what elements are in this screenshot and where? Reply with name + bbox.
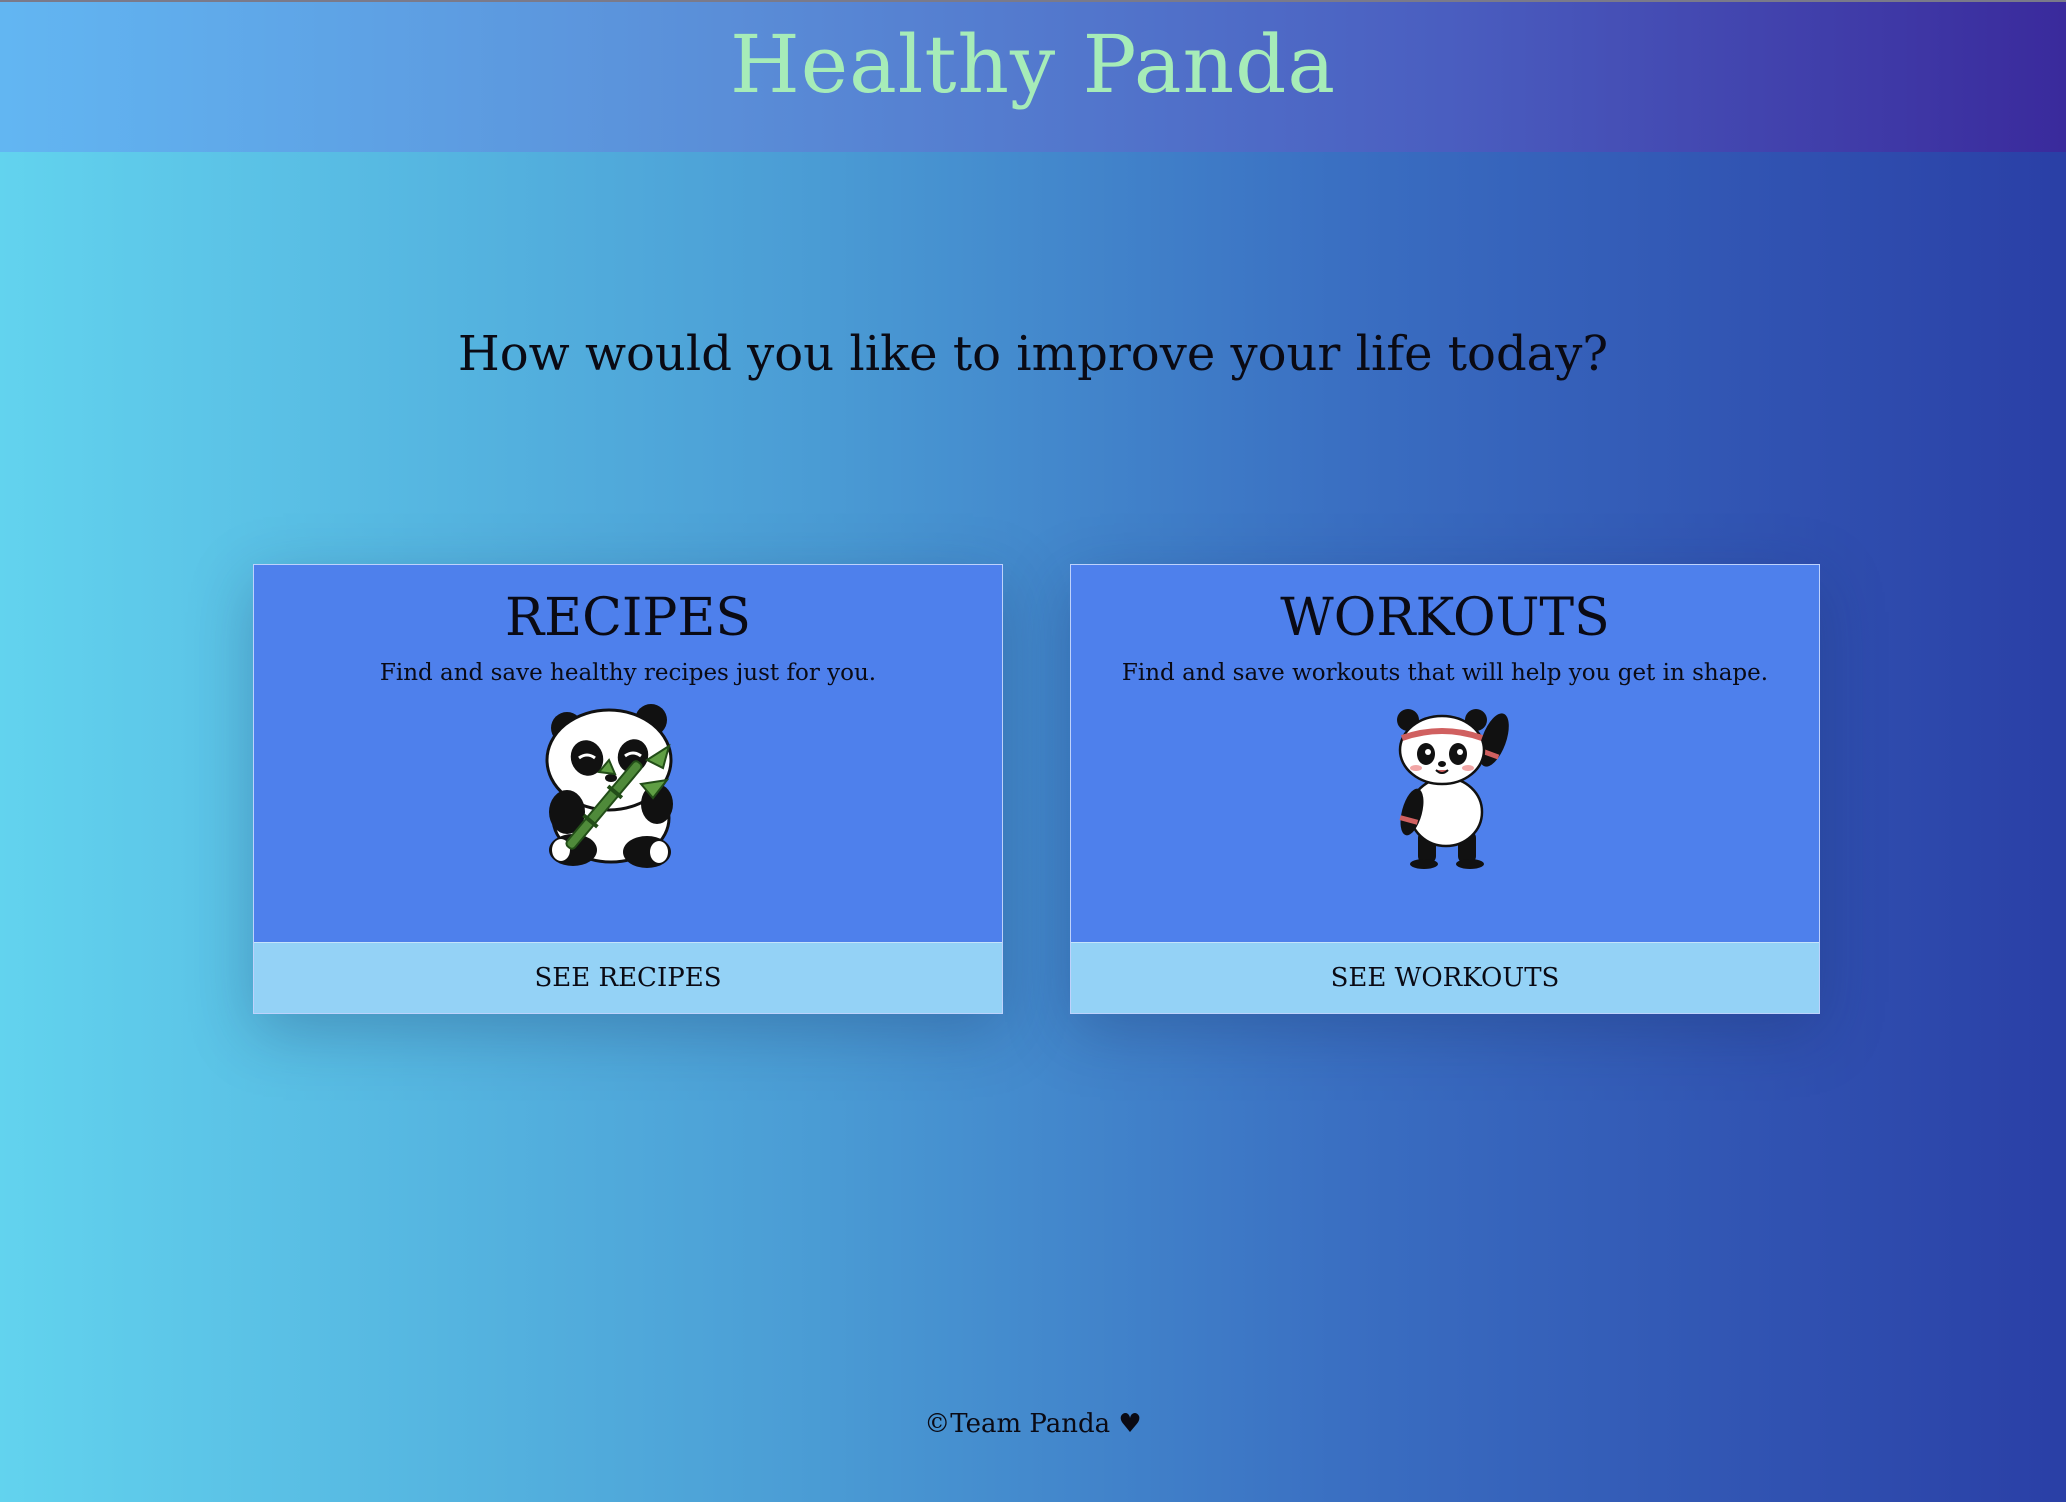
recipes-card-description: Find and save healthy recipes just for y… <box>379 660 877 686</box>
recipes-card-title: RECIPES <box>504 588 751 648</box>
see-recipes-button[interactable]: SEE RECIPES <box>254 942 1002 1013</box>
panda-eating-bamboo-icon <box>545 704 673 868</box>
workouts-card-description: Find and save workouts that will help yo… <box>1121 660 1769 686</box>
page-tagline: How would you like to improve your life … <box>457 326 1609 382</box>
panda-waving-headband-icon <box>1397 709 1509 869</box>
see-workouts-button[interactable]: SEE WORKOUTS <box>1071 942 1819 1013</box>
footer-copyright: ©Team Panda ♥ <box>924 1409 1142 1439</box>
site-header: Healthy Panda <box>0 0 2066 152</box>
workouts-card-title: WORKOUTS <box>1280 588 1610 648</box>
workouts-card: WORKOUTS Find and save workouts that wil… <box>1070 564 1820 1014</box>
site-title: Healthy Panda <box>729 18 1337 111</box>
recipes-card: RECIPES Find and save healthy recipes ju… <box>253 564 1003 1014</box>
